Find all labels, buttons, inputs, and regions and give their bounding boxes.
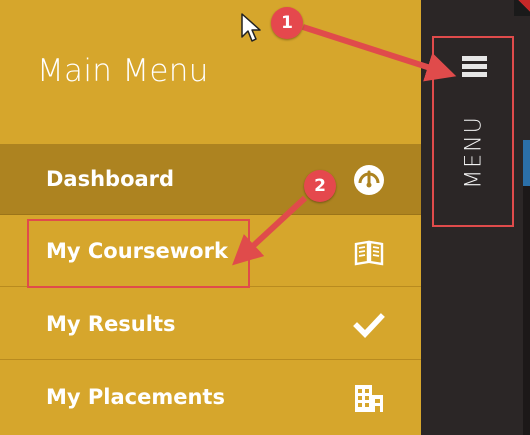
menu-item-my-placements[interactable]: My Placements (0, 362, 421, 433)
speedometer-icon (354, 165, 384, 195)
menu-item-dashboard[interactable]: Dashboard (0, 144, 421, 215)
menu-item-label: My Placements (46, 385, 225, 409)
open-book-icon (354, 240, 384, 266)
window-edge-accent (518, 0, 530, 12)
checkmark-icon (353, 313, 385, 338)
window-edge-stripe-dark (523, 186, 530, 435)
menu-item-label: Dashboard (46, 167, 175, 191)
menu-item-label: My Results (46, 312, 176, 336)
annotation-box-menu-toggle (432, 36, 514, 227)
building-icon (355, 385, 383, 412)
main-menu-panel: Main Menu Dashboard My Coursework My Res… (0, 0, 421, 435)
annotation-badge-1: 1 (271, 7, 303, 39)
menu-title: Main Menu (37, 53, 209, 89)
annotation-box-my-coursework (27, 219, 250, 288)
window-edge-stripe (523, 140, 530, 186)
mouse-cursor-icon (241, 13, 261, 42)
annotation-badge-2: 2 (304, 170, 336, 202)
menu-item-my-results[interactable]: My Results (0, 289, 421, 360)
